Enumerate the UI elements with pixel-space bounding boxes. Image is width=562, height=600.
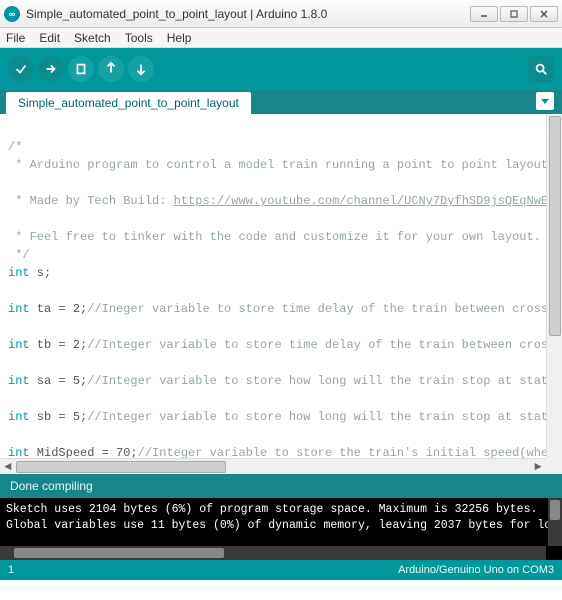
arduino-app-icon: ∞ [4, 6, 20, 22]
serial-monitor-button[interactable] [528, 56, 554, 82]
window-maximize-button[interactable] [500, 6, 528, 22]
status-message-bar: Done compiling [0, 474, 562, 498]
scroll-right-arrow[interactable]: ► [530, 459, 546, 475]
editor-hscroll-thumb[interactable] [16, 461, 226, 473]
verify-button[interactable] [8, 56, 34, 82]
window-close-button[interactable] [530, 6, 558, 22]
output-console[interactable]: Sketch uses 2104 bytes (6%) of program s… [0, 498, 562, 560]
console-output: Sketch uses 2104 bytes (6%) of program s… [0, 498, 562, 538]
editor-vertical-scrollbar[interactable] [546, 114, 562, 458]
window-titlebar: ∞ Simple_automated_point_to_point_layout… [0, 0, 562, 28]
menu-sketch[interactable]: Sketch [74, 31, 111, 45]
window-minimize-button[interactable] [470, 6, 498, 22]
open-button[interactable] [98, 56, 124, 82]
toolbar [0, 48, 562, 90]
line-number: 1 [8, 564, 14, 576]
tab-row: Simple_automated_point_to_point_layout [0, 90, 562, 114]
sketch-tab-label: Simple_automated_point_to_point_layout [18, 96, 239, 110]
editor-scroll-corner [546, 458, 562, 474]
console-horizontal-scrollbar[interactable] [0, 546, 546, 560]
code-content[interactable]: /* * Arduino program to control a model … [0, 114, 562, 474]
menu-help[interactable]: Help [167, 31, 192, 45]
new-button[interactable] [68, 56, 94, 82]
upload-button[interactable] [38, 56, 64, 82]
save-button[interactable] [128, 56, 154, 82]
board-port-info: Arduino/Genuino Uno on COM3 [398, 564, 554, 576]
status-message: Done compiling [10, 479, 93, 493]
window-title: Simple_automated_point_to_point_layout |… [26, 7, 470, 21]
sketch-tab[interactable]: Simple_automated_point_to_point_layout [6, 92, 251, 114]
bottom-status-bar: 1 Arduino/Genuino Uno on COM3 [0, 560, 562, 580]
menu-tools[interactable]: Tools [125, 31, 153, 45]
menu-edit[interactable]: Edit [39, 31, 60, 45]
scroll-left-arrow[interactable]: ◄ [0, 459, 16, 475]
console-vscroll-thumb[interactable] [550, 500, 560, 520]
editor-horizontal-scrollbar[interactable]: ◄ ► [0, 458, 546, 474]
console-vertical-scrollbar[interactable] [548, 498, 562, 546]
console-hscroll-thumb[interactable] [14, 548, 224, 558]
youtube-link[interactable]: https://www.youtube.com/channel/UCNy7Dyf… [174, 194, 562, 208]
menu-bar: File Edit Sketch Tools Help [0, 28, 562, 48]
code-editor[interactable]: /* * Arduino program to control a model … [0, 114, 562, 474]
editor-vscroll-thumb[interactable] [549, 116, 561, 336]
menu-file[interactable]: File [6, 31, 25, 45]
tab-menu-button[interactable] [536, 92, 554, 110]
